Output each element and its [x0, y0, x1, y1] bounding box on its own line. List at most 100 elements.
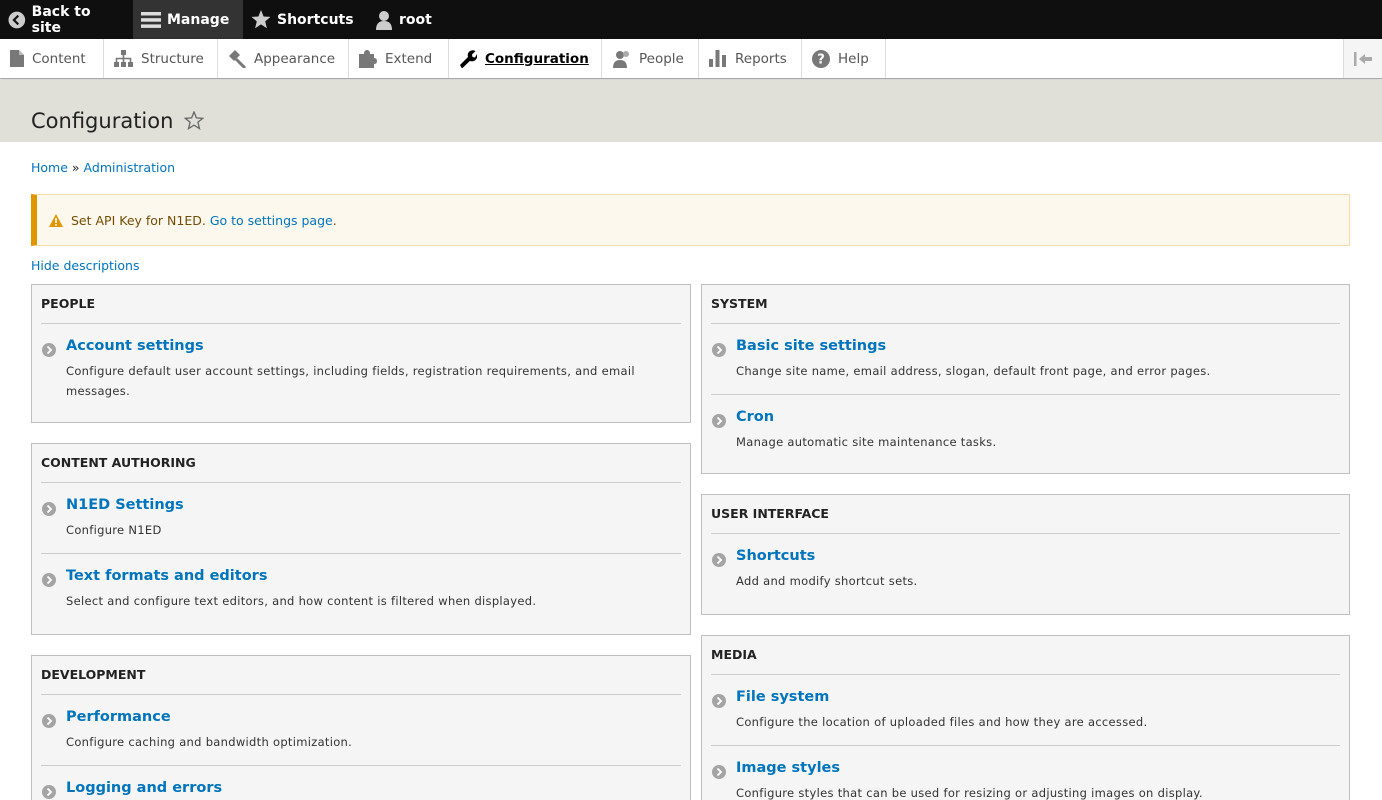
chevron-right-icon [42, 573, 56, 587]
logging-errors-link[interactable]: Logging and errors [66, 780, 222, 796]
item-description: Configure N1ED [66, 523, 162, 537]
tray-item-help[interactable]: ? Help [802, 39, 886, 78]
chevron-right-icon [712, 765, 726, 779]
warning-icon [49, 213, 63, 227]
chevron-right-icon [42, 785, 56, 799]
panel-title: DEVELOPMENT [41, 667, 146, 682]
svg-text:?: ? [817, 52, 825, 67]
page-header-region [0, 80, 1382, 142]
chevron-right-icon [42, 343, 56, 357]
shortcuts-label: Shortcuts [277, 11, 354, 28]
item-description: Select and configure text editors, and h… [66, 594, 537, 608]
tray-item-reports[interactable]: Reports [699, 39, 802, 78]
panel-divider [711, 394, 1340, 395]
tray-label-content: Content [32, 50, 86, 67]
breadcrumb: Home » Administration [31, 160, 175, 175]
user-icon [376, 10, 392, 30]
wrench-icon [460, 49, 477, 68]
paintbrush-icon [229, 49, 246, 68]
panel-system: SYSTEM Basic site settings Change site n… [701, 284, 1350, 474]
chevron-right-icon [712, 553, 726, 567]
panel-divider [711, 674, 1340, 675]
panel-title: MEDIA [711, 647, 757, 662]
panel-divider [41, 694, 681, 695]
item-description: Configure caching and bandwidth optimiza… [66, 735, 353, 749]
panel-divider [711, 745, 1340, 746]
hide-descriptions-link[interactable]: Hide descriptions [31, 258, 139, 273]
n1ed-settings-link[interactable]: N1ED Settings [66, 497, 184, 513]
tray-label-configuration: Configuration [485, 50, 589, 67]
bar-chart-icon [709, 50, 726, 67]
panel-title: PEOPLE [41, 296, 95, 311]
item-description: Configure styles that can be used for re… [736, 786, 1203, 800]
user-label: root [399, 11, 432, 28]
star-icon [251, 10, 271, 29]
hamburger-icon [141, 11, 161, 28]
tray-item-extend[interactable]: Extend [349, 39, 449, 78]
tray-item-structure[interactable]: Structure [104, 39, 218, 78]
tray-item-configuration[interactable]: Configuration [449, 39, 602, 78]
panel-divider [41, 765, 681, 766]
warning-message: Set API Key for N1ED. Go to settings pag… [31, 194, 1350, 246]
breadcrumb-separator: » [71, 160, 80, 175]
panel-divider [41, 553, 681, 554]
tray-label-help: Help [838, 50, 869, 67]
tray-label-reports: Reports [735, 50, 787, 67]
breadcrumb-home-link[interactable]: Home [31, 160, 68, 175]
account-settings-link[interactable]: Account settings [66, 338, 204, 354]
message-suffix: . [332, 212, 337, 228]
item-description: Configure default user account settings,… [66, 364, 635, 398]
tray-item-people[interactable]: People [602, 39, 699, 78]
settings-page-link[interactable]: Go to settings page [210, 213, 333, 228]
text-formats-link[interactable]: Text formats and editors [66, 568, 267, 584]
structure-icon [114, 50, 133, 67]
panel-divider [711, 533, 1340, 534]
back-arrow-icon [8, 11, 26, 28]
tray-item-content[interactable]: Content [0, 39, 104, 78]
tray-item-appearance[interactable]: Appearance [218, 39, 349, 78]
chevron-right-icon [712, 414, 726, 428]
panel-divider [41, 323, 681, 324]
people-icon [613, 50, 629, 68]
tray-label-structure: Structure [141, 50, 204, 67]
message-text: Set API Key for N1ED. [71, 212, 206, 228]
panel-divider [41, 482, 681, 483]
document-icon [10, 50, 24, 67]
admin-toolbar: Back to site Manage Shortcuts root [0, 0, 1382, 39]
chevron-right-icon [712, 343, 726, 357]
back-to-site-label: Back to site [31, 3, 91, 36]
panel-divider [711, 323, 1340, 324]
chevron-right-icon [42, 714, 56, 728]
panel-content-authoring: CONTENT AUTHORING N1ED Settings Configur… [31, 443, 691, 635]
breadcrumb-administration-link[interactable]: Administration [84, 160, 175, 175]
chevron-right-icon [712, 694, 726, 708]
tray-orientation-toggle[interactable] [1343, 39, 1382, 78]
image-styles-link[interactable]: Image styles [736, 760, 840, 776]
cron-link[interactable]: Cron [736, 409, 774, 425]
back-to-site-button[interactable]: Back to site [0, 0, 133, 39]
collapse-sidebar-icon [1354, 51, 1372, 66]
panel-title: USER INTERFACE [711, 506, 829, 521]
shortcuts-button[interactable]: Shortcuts [243, 0, 367, 39]
panel-title: SYSTEM [711, 296, 768, 311]
admin-tray: Content Structure Appearance Extend Conf… [0, 39, 1382, 79]
item-description: Configure the location of uploaded files… [736, 715, 1148, 729]
manage-label: Manage [167, 11, 230, 28]
help-icon: ? [812, 49, 830, 68]
tray-label-appearance: Appearance [254, 50, 336, 67]
chevron-right-icon [42, 502, 56, 516]
item-description: Add and modify shortcut sets. [736, 574, 918, 588]
manage-button[interactable]: Manage [133, 0, 243, 39]
shortcuts-config-link[interactable]: Shortcuts [736, 548, 815, 564]
file-system-link[interactable]: File system [736, 689, 829, 705]
add-shortcut-star-icon[interactable] [184, 111, 204, 130]
basic-site-settings-link[interactable]: Basic site settings [736, 338, 886, 354]
panel-people: PEOPLE Account settings Configure defaul… [31, 284, 691, 423]
performance-link[interactable]: Performance [66, 709, 171, 725]
panel-title: CONTENT AUTHORING [41, 455, 196, 470]
item-description: Change site name, email address, slogan,… [736, 364, 1211, 378]
item-description: Manage automatic site maintenance tasks. [736, 435, 997, 449]
user-button[interactable]: root [367, 0, 442, 39]
panel-media: MEDIA File system Configure the location… [701, 635, 1350, 800]
tray-label-people: People [639, 50, 684, 67]
